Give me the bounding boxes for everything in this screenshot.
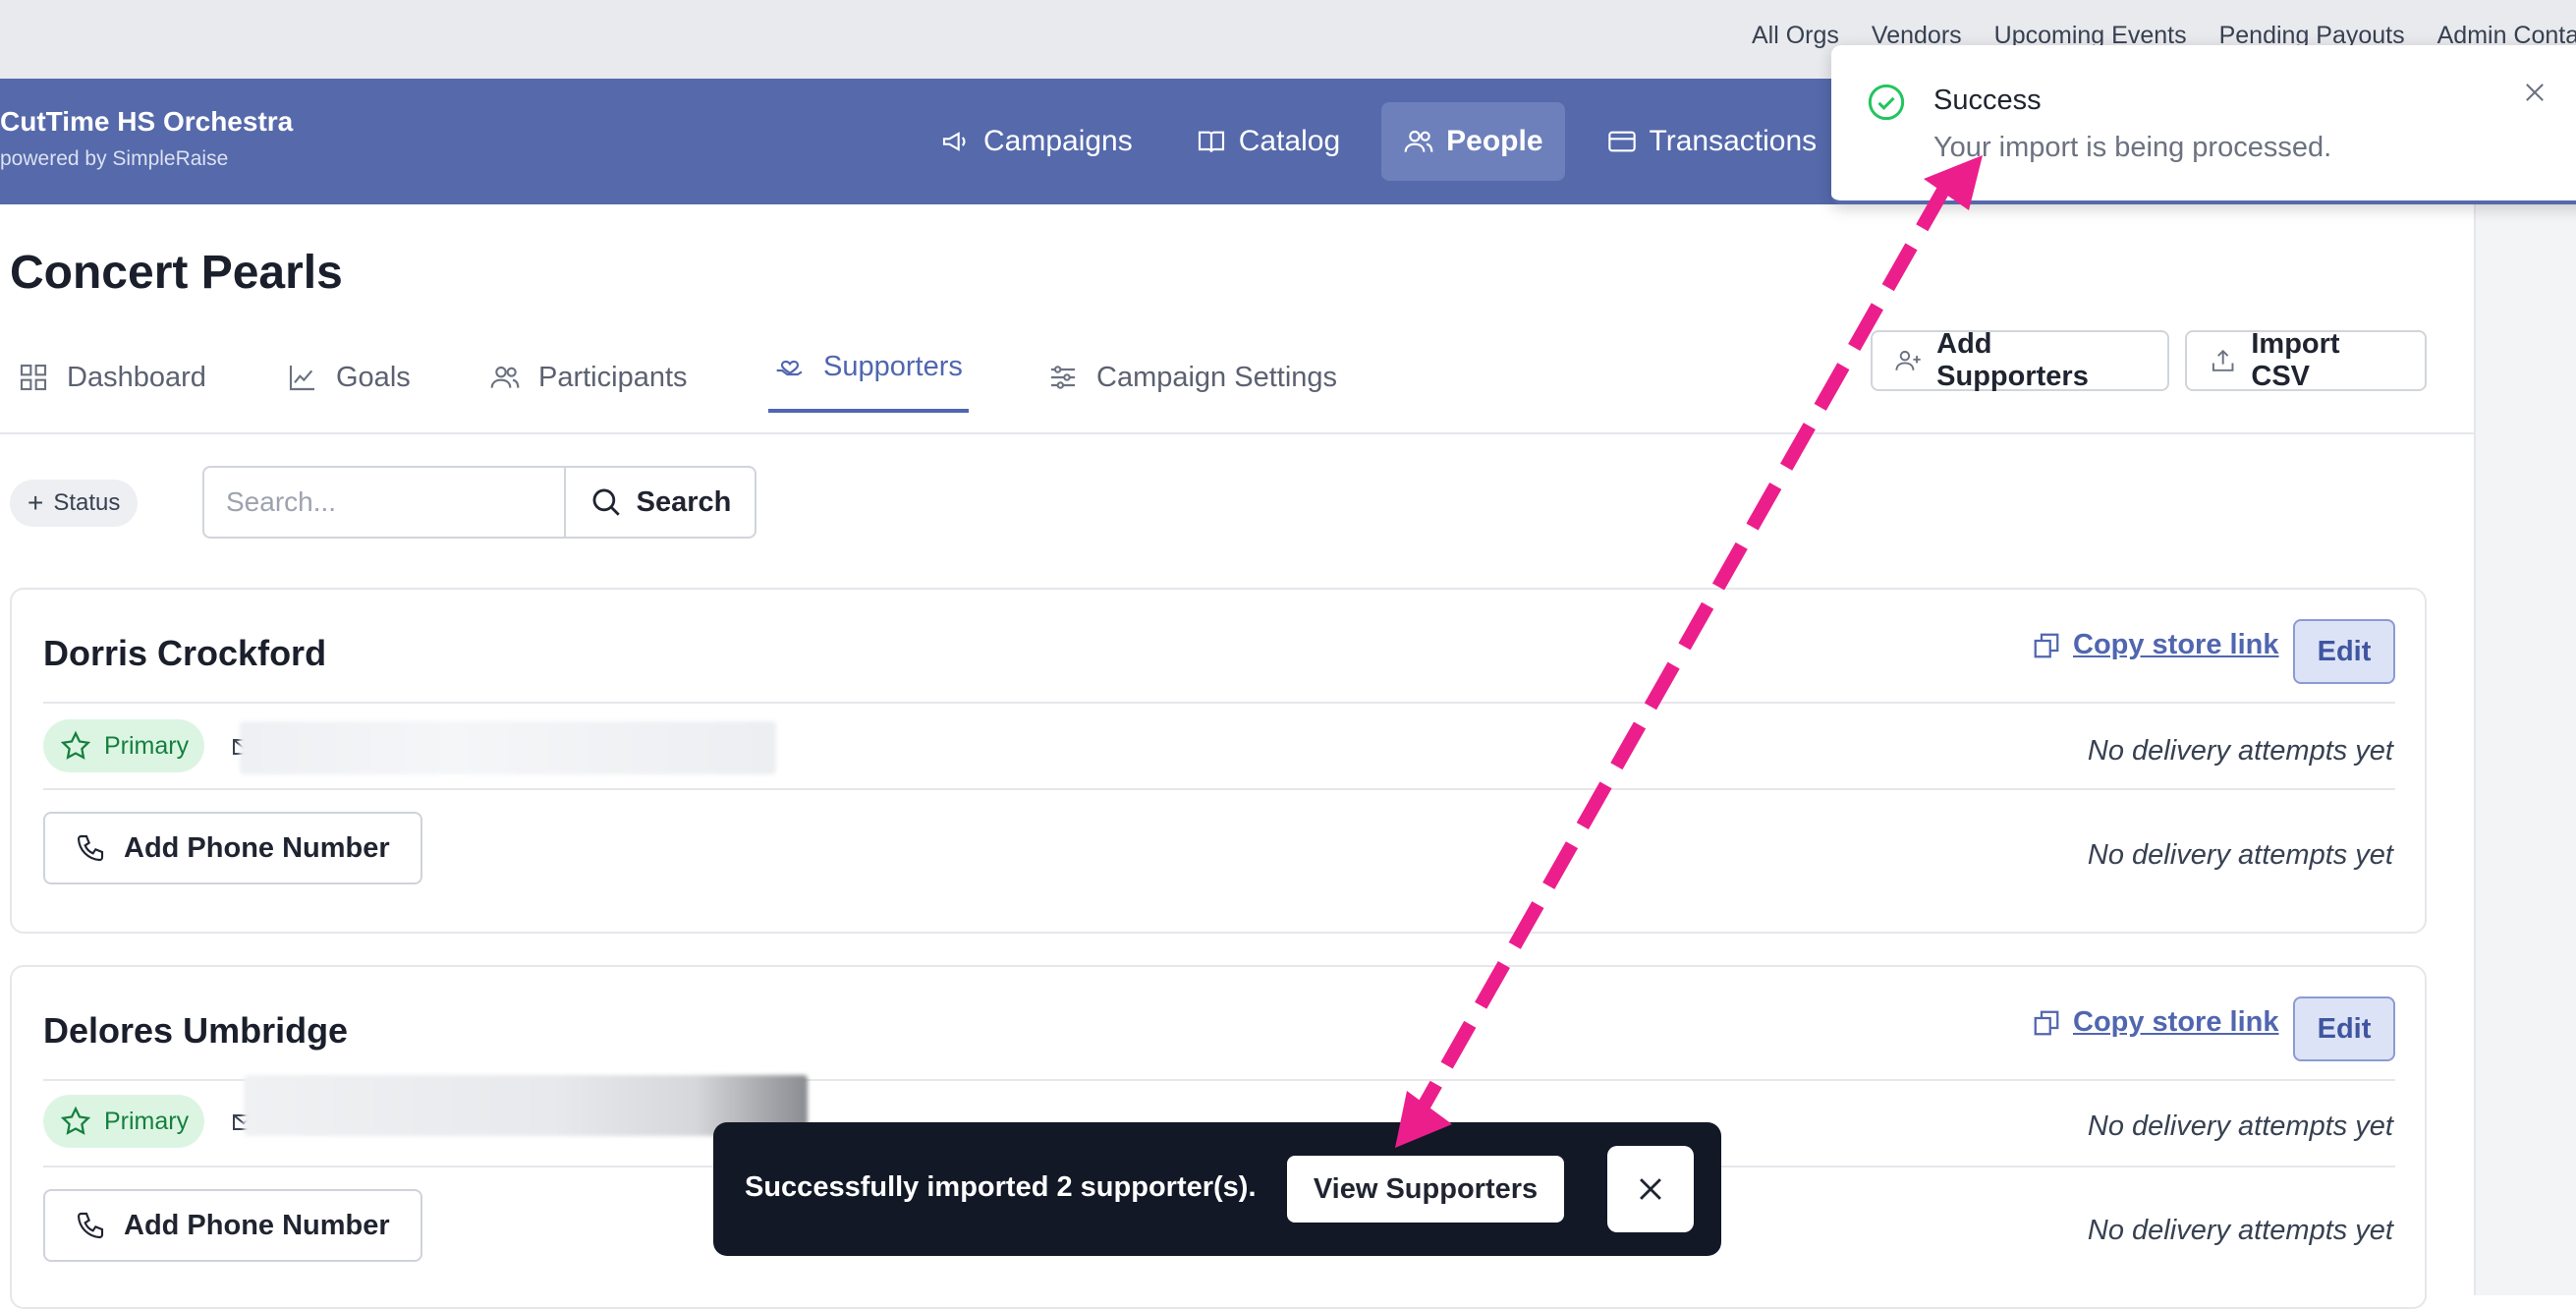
copy-icon (2034, 1010, 2059, 1035)
edit-button[interactable]: Edit (2293, 996, 2395, 1061)
phone-delivery-status: No delivery attempts yet (2087, 839, 2393, 871)
primary-badge: Primary (43, 1095, 205, 1148)
add-supporters-button[interactable]: Add Supporters (1871, 328, 2169, 392)
right-gutter (2474, 204, 2576, 1295)
nav-people[interactable]: People (1381, 102, 1565, 181)
success-toast: Success Your import is being processed. (1831, 45, 2576, 204)
button-label: Import CSV (2251, 328, 2340, 392)
heart-hand-icon (776, 360, 803, 376)
add-user-icon (1895, 350, 1921, 370)
star-icon (60, 1106, 91, 1135)
tab-label: Goals (336, 361, 411, 393)
import-csv-button[interactable]: Import CSV (2185, 328, 2427, 392)
close-icon[interactable] (2521, 79, 2548, 106)
supporter-card: Dorris Crockford Copy store link Edit Pr… (10, 588, 2427, 934)
nav-catalog[interactable]: Catalog (1174, 102, 1362, 181)
import-snackbar: Successfully imported 2 supporter(s). Vi… (713, 1122, 1721, 1256)
divider (43, 788, 2395, 790)
tab-label: Campaign Settings (1096, 361, 1338, 393)
org-name[interactable]: CutTime HS Orchestra (0, 106, 293, 138)
add-phone-button[interactable]: Add Phone Number (43, 1189, 422, 1262)
users-icon (1404, 130, 1433, 152)
tab-goals[interactable]: Goals (287, 324, 411, 430)
redacted-email (240, 721, 776, 774)
add-phone-button[interactable]: Add Phone Number (43, 812, 422, 884)
tab-dashboard[interactable]: Dashboard (18, 324, 206, 430)
tab-label: Supporters (823, 350, 963, 382)
copy-store-link[interactable]: Copy store link (2032, 629, 2279, 661)
nav-campaigns[interactable]: Campaigns (919, 102, 1154, 181)
copy-store-link[interactable]: Copy store link (2032, 1006, 2279, 1039)
toast-message: Your import is being processed. (1933, 132, 2332, 163)
status-label: Status (53, 489, 121, 516)
close-icon (1640, 1178, 1661, 1200)
check-circle-icon (1868, 84, 1905, 121)
copy-icon (2034, 633, 2059, 657)
grid-icon (20, 364, 47, 391)
phone-icon (77, 834, 104, 862)
tab-campaign-settings[interactable]: Campaign Settings (1047, 324, 1337, 430)
nav-label: Catalog (1238, 125, 1341, 157)
badge-label: Primary (104, 731, 190, 760)
edit-button[interactable]: Edit (2293, 619, 2395, 684)
card-icon (1607, 131, 1636, 152)
tab-participants[interactable]: Participants (489, 324, 688, 430)
tab-supporters[interactable]: Supporters (768, 324, 969, 413)
primary-badge: Primary (43, 719, 205, 772)
nav-label: Transactions (1649, 125, 1818, 157)
link-label: Copy store link (2073, 629, 2279, 660)
tab-label: Dashboard (67, 361, 206, 393)
nav-label: Campaigns (983, 125, 1133, 157)
star-icon (60, 730, 91, 760)
megaphone-icon (942, 132, 966, 151)
button-label: Search (636, 485, 732, 518)
supporter-name: Delores Umbridge (43, 1010, 349, 1051)
book-icon (1198, 131, 1224, 152)
link-label: Copy store link (2073, 1006, 2279, 1038)
search-icon (592, 488, 620, 516)
sliders-icon (1051, 366, 1075, 389)
nav-label: People (1446, 125, 1543, 157)
main-nav: Campaigns Catalog People Transactions (919, 102, 1838, 181)
link-all-orgs[interactable]: All Orgs (1752, 22, 1839, 50)
chart-line-icon (289, 366, 314, 391)
button-label: Add Phone Number (124, 831, 390, 864)
snackbar-message: Successfully imported 2 supporter(s). (745, 1171, 1257, 1203)
divider (43, 702, 2395, 704)
supporter-name: Dorris Crockford (43, 633, 327, 673)
status-filter-chip[interactable]: + Status (10, 480, 139, 527)
phone-delivery-status: No delivery attempts yet (2087, 1215, 2393, 1246)
search-button[interactable]: Search (564, 466, 756, 539)
users-icon (490, 366, 520, 388)
button-label: Add Supporters (1936, 328, 2089, 392)
search-input[interactable] (202, 466, 566, 539)
tab-label: Participants (538, 361, 688, 393)
page-title: Concert Pearls (10, 247, 343, 299)
toast-title: Success (1933, 85, 2042, 116)
email-delivery-status: No delivery attempts yet (2087, 735, 2393, 767)
email-delivery-status: No delivery attempts yet (2087, 1110, 2393, 1142)
plus-icon: + (28, 487, 44, 518)
snackbar-close-button[interactable] (1607, 1146, 1694, 1232)
phone-icon (77, 1212, 104, 1239)
badge-label: Primary (104, 1107, 190, 1135)
view-supporters-button[interactable]: View Supporters (1287, 1156, 1564, 1223)
powered-by: powered by SimpleRaise (0, 147, 229, 170)
nav-transactions[interactable]: Transactions (1585, 102, 1839, 181)
upload-icon (2212, 349, 2234, 371)
button-label: Add Phone Number (124, 1209, 390, 1241)
